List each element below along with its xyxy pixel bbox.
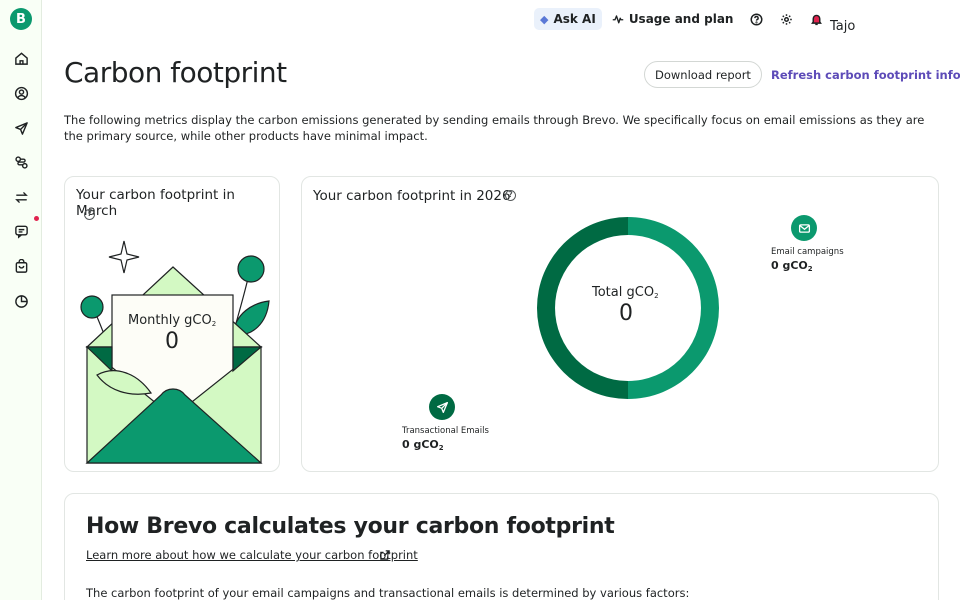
bell-icon[interactable] [809, 12, 823, 26]
how-calculated-title: How Brevo calculates your carbon footpri… [86, 514, 615, 539]
pulse-icon [612, 15, 624, 24]
donut-segment-transactional-emails [537, 217, 628, 399]
page-title: Carbon footprint [64, 56, 287, 89]
automations-icon[interactable] [12, 153, 30, 171]
transactional-icon[interactable] [12, 188, 30, 206]
help-icon[interactable]: ? [84, 209, 95, 220]
email-campaigns-legend-icon [791, 215, 817, 241]
refresh-carbon-info-link[interactable]: Refresh carbon footprint info [771, 68, 960, 82]
monthly-value: 0 [165, 329, 179, 354]
usage-and-plan-button[interactable]: Usage and plan [612, 12, 733, 26]
sparkle-icon: ◆ [540, 12, 549, 26]
download-report-button[interactable]: Download report [644, 61, 762, 88]
home-icon[interactable] [12, 49, 30, 67]
contacts-icon[interactable] [12, 84, 30, 102]
how-calculated-card: How Brevo calculates your carbon footpri… [64, 493, 939, 600]
total-label: Total gCO2 [592, 285, 659, 300]
mail-icon [798, 223, 810, 233]
external-link-icon[interactable] [379, 549, 391, 561]
learn-more-link[interactable]: Learn more about how we calculate your c… [86, 548, 418, 562]
conversations-icon[interactable] [12, 222, 30, 240]
monthly-footprint-card: Your carbon footprint in March ? Monthly… [64, 176, 280, 472]
transactional-legend-icon [429, 394, 455, 420]
gear-icon[interactable] [779, 12, 793, 26]
campaigns-icon[interactable] [12, 119, 30, 137]
total-value: 0 [619, 301, 633, 326]
help-icon[interactable]: ? [505, 190, 516, 201]
user-menu[interactable]: Tajo [830, 19, 855, 34]
notification-dot [34, 216, 39, 221]
transactional-legend-value: 0 gCO2 [402, 438, 444, 452]
help-icon[interactable] [749, 12, 763, 26]
paper-plane-icon [436, 401, 448, 413]
monthly-card-title: Your carbon footprint in March [76, 187, 235, 219]
email-campaigns-legend-value: 0 gCO2 [771, 259, 813, 273]
monthly-label: Monthly gCO2 [128, 313, 217, 328]
brevo-logo[interactable]: B [10, 8, 32, 30]
email-campaigns-legend-label: Email campaigns [771, 247, 844, 257]
reports-icon[interactable] [12, 292, 30, 310]
donut-segment-email-campaigns [628, 217, 719, 399]
top-bar: ◆ Ask AI Usage and plan [534, 8, 823, 30]
yearly-footprint-card: Your carbon footprint in 2026 ? Total gC… [301, 176, 939, 472]
yearly-card-title: Your carbon footprint in 2026 [313, 188, 511, 204]
how-calculated-body: The carbon footprint of your email campa… [86, 586, 690, 600]
intro-text: The following metrics display the carbon… [64, 113, 925, 143]
sales-icon[interactable] [12, 257, 30, 275]
ask-ai-button[interactable]: ◆ Ask AI [534, 8, 602, 30]
sidebar: B [0, 0, 42, 600]
transactional-legend-label: Transactional Emails [402, 426, 489, 436]
